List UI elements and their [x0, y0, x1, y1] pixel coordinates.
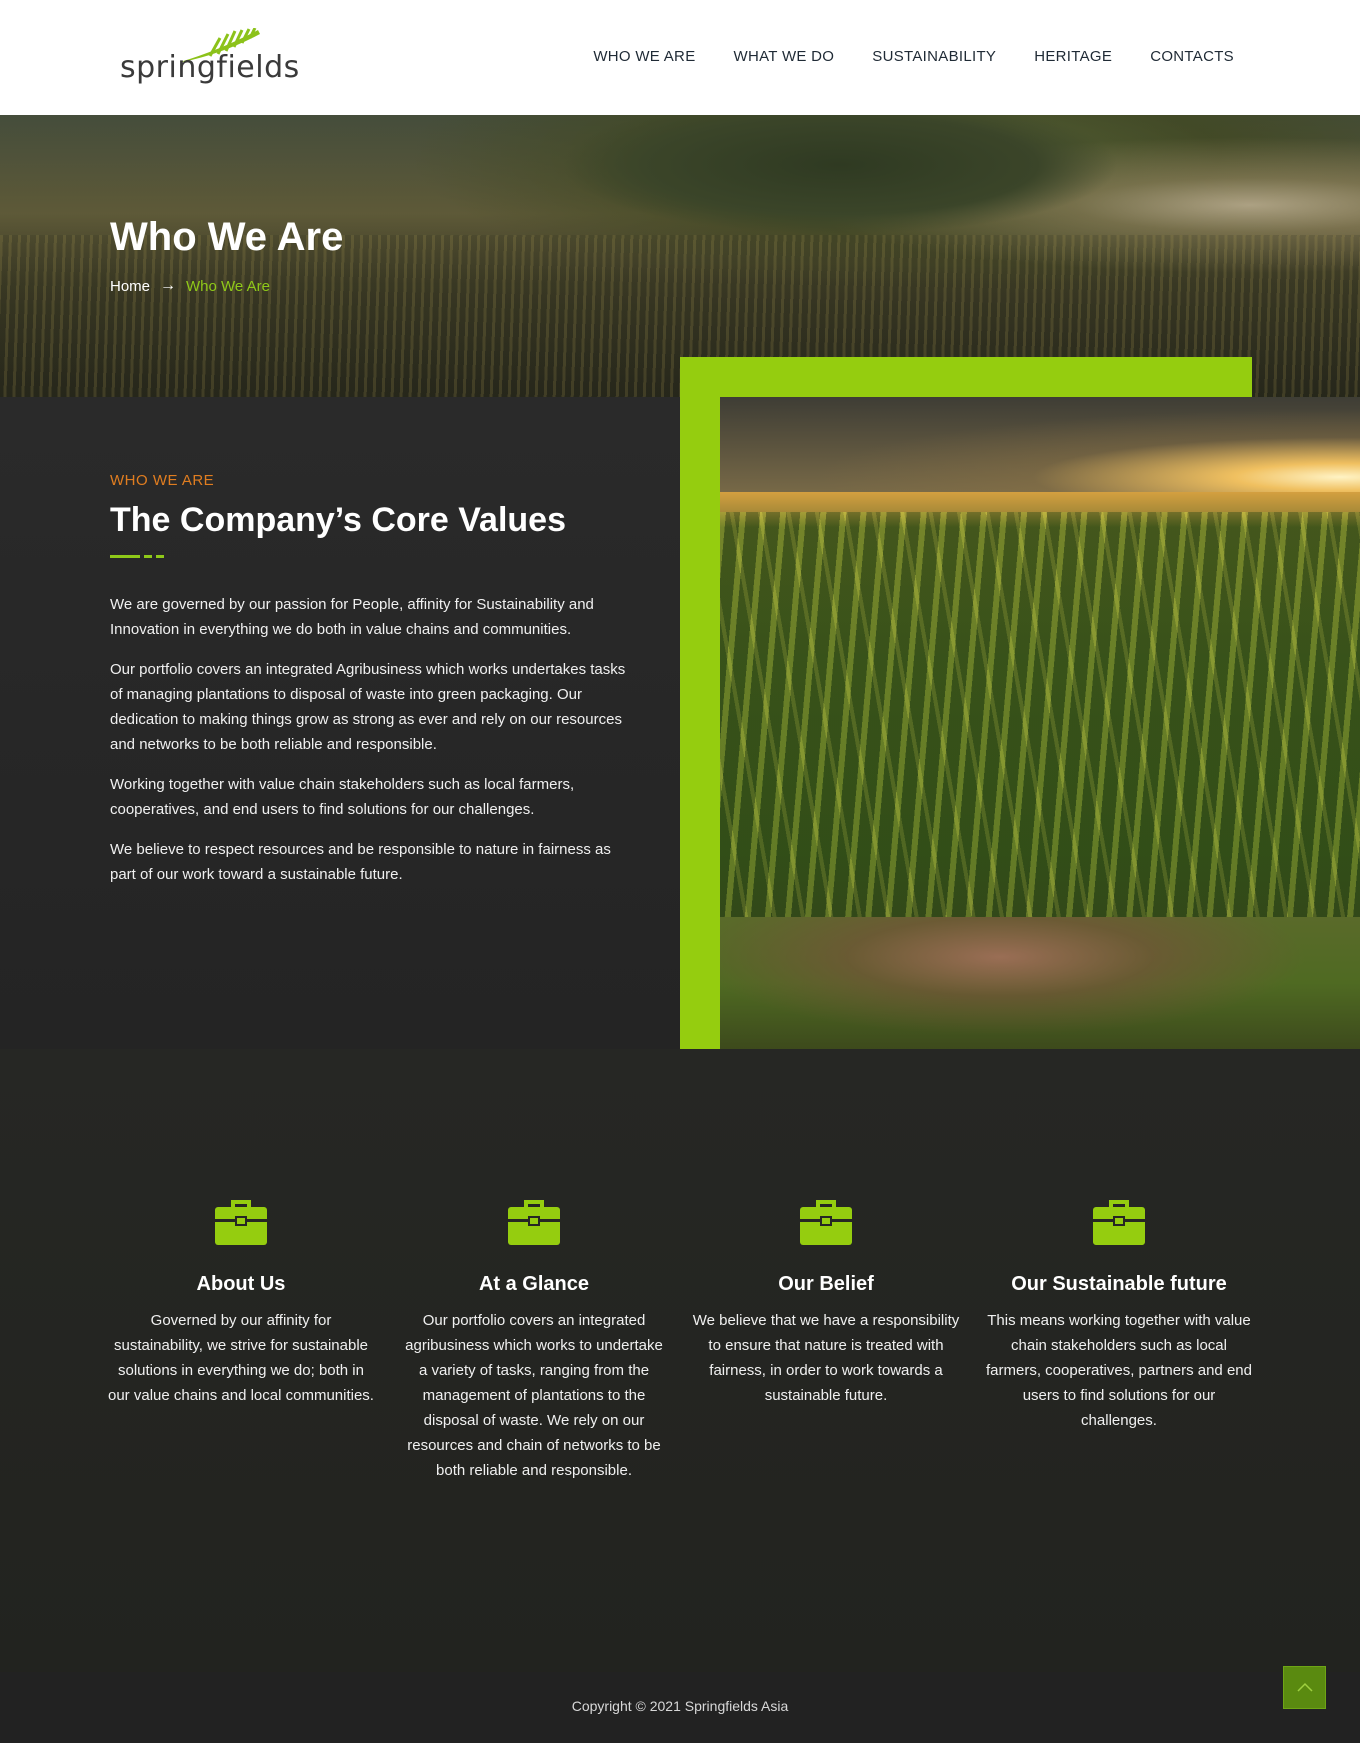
paragraph: We believe to respect resources and be r…: [110, 841, 611, 883]
features-section: About Us Governed by our affinity for su…: [0, 1049, 1360, 1672]
feature-card-about-us: About Us Governed by our affinity for su…: [106, 1199, 376, 1408]
section-title: The Company’s Core Values: [110, 501, 566, 539]
section-eyebrow: WHO WE ARE: [110, 472, 215, 489]
briefcase-icon: [508, 1200, 560, 1245]
feature-card-at-a-glance: At a Glance Our portfolio covers an inte…: [399, 1199, 669, 1483]
main-nav: WHO WE ARE WHAT WE DO SUSTAINABILITY HER…: [593, 48, 1234, 65]
feature-title: Our Sustainable future: [1011, 1273, 1227, 1295]
horizon: [720, 492, 1360, 512]
nav-who-we-are[interactable]: WHO WE ARE: [593, 48, 695, 65]
title-divider: [110, 555, 164, 558]
briefcase-icon: [1093, 1200, 1145, 1245]
feature-title: About Us: [196, 1273, 286, 1295]
paragraph: Our portfolio covers an integrated Agrib…: [110, 661, 626, 753]
feature-text: This means working together with value c…: [986, 1312, 1252, 1429]
site-footer: Copyright © 2021 Springfields Asia: [0, 1672, 1360, 1743]
field-soil: [720, 917, 1360, 1049]
breadcrumb: Home → Who We Are: [110, 277, 270, 295]
paragraph: We are governed by our passion for Peopl…: [110, 596, 594, 638]
breadcrumb-home-link[interactable]: Home: [110, 278, 150, 295]
nav-heritage[interactable]: HERITAGE: [1034, 48, 1112, 65]
nav-sustainability[interactable]: SUSTAINABILITY: [872, 48, 996, 65]
feature-title: Our Belief: [778, 1273, 874, 1295]
feature-card-sustainable-future: Our Sustainable future This means workin…: [984, 1199, 1254, 1433]
briefcase-icon: [800, 1200, 852, 1245]
feature-title: At a Glance: [478, 1273, 590, 1295]
sunset-sky: [720, 397, 1360, 497]
divider-segment: [156, 555, 164, 558]
nav-contacts[interactable]: CONTACTS: [1150, 48, 1234, 65]
divider-segment: [110, 555, 140, 558]
page-hero-banner: Who We Are Home → Who We Are: [0, 115, 1360, 397]
corn-stalks: [720, 512, 1360, 942]
core-values-text: We are governed by our passion for Peopl…: [110, 592, 640, 902]
logo-text: springfields: [120, 50, 300, 85]
feature-text: We believe that we have a responsibility…: [692, 1312, 960, 1404]
cornfield-image: [720, 397, 1360, 1049]
hero-background-trees: [560, 115, 1120, 235]
divider-segment: [144, 555, 152, 558]
briefcase-icon: [215, 1200, 267, 1245]
nav-what-we-do[interactable]: WHAT WE DO: [734, 48, 835, 65]
paragraph: Working together with value chain stakeh…: [110, 776, 575, 818]
springfields-logo[interactable]: springfields: [120, 28, 300, 88]
copyright-text: Copyright © 2021 Springfields Asia: [571, 1698, 789, 1714]
page-title: Who We Are: [110, 215, 344, 259]
feature-card-our-belief: Our Belief We believe that we have a res…: [691, 1199, 961, 1408]
feature-text: Our portfolio covers an integrated agrib…: [405, 1312, 663, 1479]
site-header: springfields WHO WE ARE WHAT WE DO SUSTA…: [0, 0, 1360, 115]
back-to-top-button[interactable]: [1283, 1666, 1326, 1709]
chevron-up-icon: [1297, 1682, 1313, 1692]
breadcrumb-current: Who We Are: [186, 277, 270, 295]
breadcrumb-arrow-icon: →: [160, 277, 177, 294]
feature-text: Governed by our affinity for sustainabil…: [108, 1312, 374, 1404]
